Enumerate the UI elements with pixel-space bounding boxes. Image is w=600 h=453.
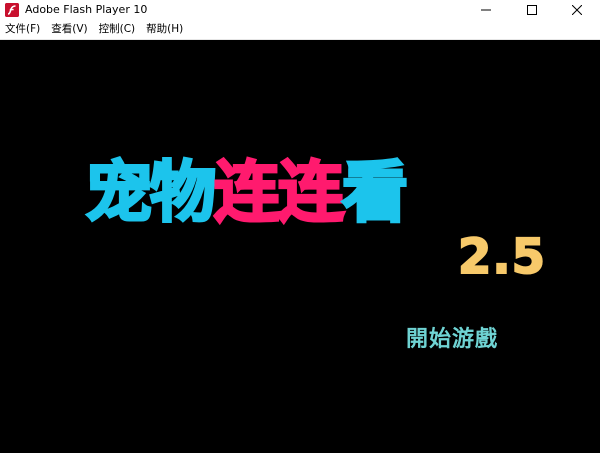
start-game-button[interactable]: 開始游戲 xyxy=(406,326,498,354)
menu-control[interactable]: 控制(C) xyxy=(94,20,136,39)
maximize-icon xyxy=(527,5,537,15)
maximize-button[interactable] xyxy=(509,0,555,20)
window-title: Adobe Flash Player 10 xyxy=(25,3,148,16)
title-bar[interactable]: Adobe Flash Player 10 xyxy=(0,0,600,20)
game-title: 宠物连连看 xyxy=(85,154,410,231)
flash-player-icon xyxy=(5,3,19,17)
close-button[interactable] xyxy=(554,0,600,20)
game-version: 2.5 xyxy=(457,229,547,285)
close-icon xyxy=(572,5,582,15)
flash-stage[interactable]: 宠物连连看 2.5 開始游戲 xyxy=(0,40,600,453)
game-title-part-1: 宠物 xyxy=(85,154,218,231)
menu-view[interactable]: 查看(V) xyxy=(46,20,87,39)
minimize-button[interactable] xyxy=(463,0,509,20)
flash-player-window: Adobe Flash Player 10 文件(F) 查看(V) 控制(C) … xyxy=(0,0,600,453)
menu-file[interactable]: 文件(F) xyxy=(0,20,40,39)
minimize-icon xyxy=(481,9,491,11)
game-title-part-3: 看 xyxy=(341,154,410,231)
menu-help[interactable]: 帮助(H) xyxy=(141,20,183,39)
game-title-part-2: 连连 xyxy=(213,154,346,231)
menu-bar: 文件(F) 查看(V) 控制(C) 帮助(H) xyxy=(0,20,600,40)
